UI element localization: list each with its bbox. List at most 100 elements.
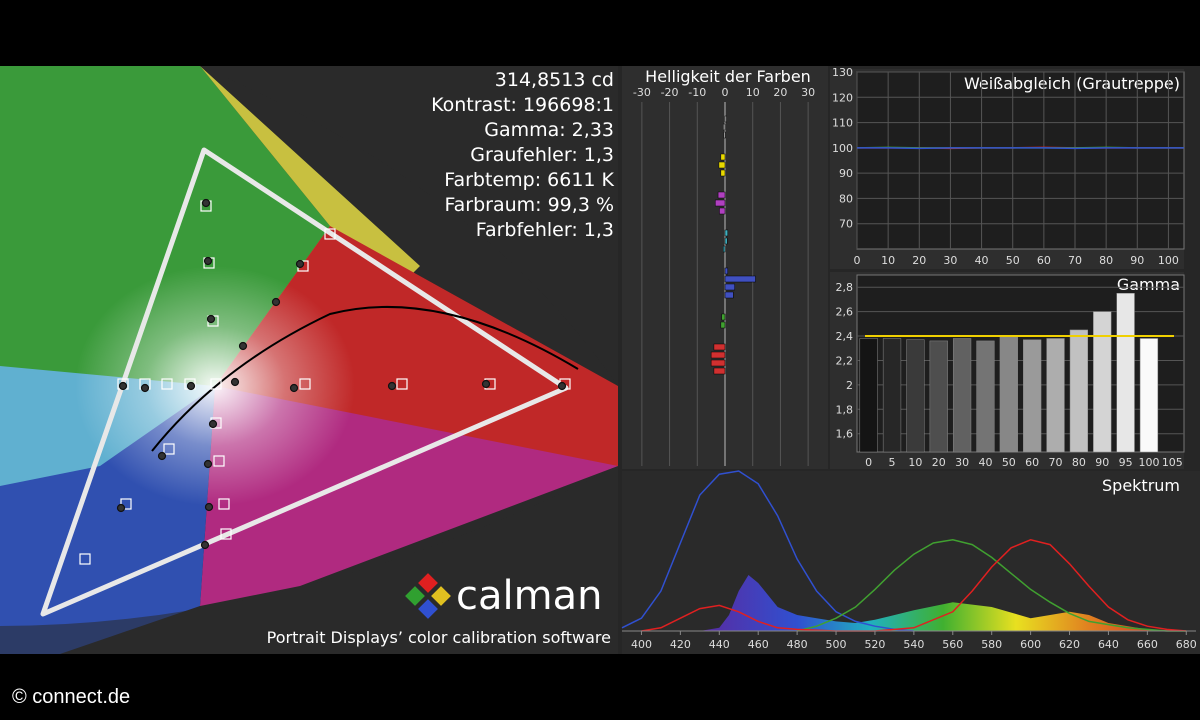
gamma-x-tick: 100 [1138,456,1159,469]
whitebalance-x-tick: 90 [1130,254,1144,267]
gamma-y-tick: 2,8 [836,281,854,294]
calman-logo: calman [405,573,602,619]
brightness-bar [713,367,726,375]
brightness-x-tick: 0 [722,86,729,99]
cie-measured-marker [157,451,167,461]
whitebalance-y-tick: 130 [832,66,853,79]
spectrum-x-tick: 500 [826,638,847,651]
cie-measured-marker [238,341,248,351]
spectrum-x-tick: 640 [1098,638,1119,651]
calman-wordmark: calman [456,573,602,619]
whitebalance-y-tick: 100 [832,142,853,155]
whitebalance-title: Weißabgleich (Grautreppe) [964,74,1180,93]
stat-color-temp: Farbtemp: 6611 K [444,169,614,191]
whitebalance-series-line [857,147,1184,150]
gamma-y-tick: 2,6 [836,306,854,319]
report-canvas: 314,8513 cd Kontrast: 196698:1 Gamma: 2,… [0,66,1200,654]
spectrum-x-tick: 400 [631,638,652,651]
gamma-x-tick: 80 [1072,456,1086,469]
brightness-bar [720,169,726,177]
cie-measured-marker [230,377,240,387]
spectrum-x-tick: 580 [981,638,1002,651]
brightness-bar [724,283,735,291]
brightness-x-tick: 10 [746,86,760,99]
brightness-bar [724,267,729,275]
gamma-x-tick: 50 [1002,456,1016,469]
gamma-x-tick: 20 [932,456,946,469]
whitebalance-x-tick: 0 [854,254,861,267]
stat-gamma: Gamma: 2,33 [484,119,614,141]
spectrum-x-tick: 420 [670,638,691,651]
whitebalance-x-tick: 80 [1099,254,1113,267]
calibration-panel: 314,8513 cd Kontrast: 196698:1 Gamma: 2,… [0,66,1200,654]
stat-luminance: 314,8513 cd [495,69,614,91]
gamma-bar [1093,311,1112,453]
cie-measured-marker [295,259,305,269]
brightness-bar [717,191,726,199]
gamma-bar [1139,338,1159,453]
gamma-x-tick: 40 [978,456,992,469]
whitebalance-y-tick: 80 [839,192,853,205]
whitebalance-x-tick: 100 [1158,254,1179,267]
gamma-chart: Gamma 1,6 1,8 2 2,2 2,4 2,6 2,8 0 5 10 20 30 40 50 60 7… [830,272,1185,469]
gamma-x-tick: 90 [1095,456,1109,469]
brightness-x-tick: -10 [688,86,706,99]
cie-measured-marker [203,459,213,469]
gamma-x-tick: 30 [955,456,969,469]
spectrum-x-tick: 520 [864,638,885,651]
gamma-y-tick: 2,4 [836,330,854,343]
gamma-y-tick: 2,2 [836,354,854,367]
whitebalance-x-tick: 30 [943,254,957,267]
cie-measured-marker [118,381,128,391]
brightness-bar [719,207,726,215]
gamma-bar [999,335,1018,453]
gamma-x-tick: 60 [1025,456,1039,469]
cie-measured-marker [204,502,214,512]
gamma-x-tick: 10 [908,456,922,469]
brightness-x-tick: -20 [661,86,679,99]
stat-gray-error: Graufehler: 1,3 [470,144,614,166]
gamma-bar [1023,339,1042,453]
whitebalance-y-tick: 70 [839,218,853,231]
brightness-bar [713,343,726,351]
gamma-y-tick: 2 [846,379,853,392]
calman-tagline: Portrait Displays’ color calibration sof… [267,628,611,647]
brightness-title: Helligkeit der Farben [645,67,811,86]
spectrum-x-tick: 480 [787,638,808,651]
stat-color-space: Farbraum: 99,3 % [444,194,614,216]
gamma-bar [929,340,948,453]
whitebalance-y-tick: 90 [839,167,853,180]
gamma-x-tick: 105 [1162,456,1183,469]
gamma-bar [1069,329,1089,453]
spectrum-title: Spektrum [1102,476,1180,495]
cie-measured-marker [116,503,126,513]
gamma-x-tick: 5 [889,456,896,469]
gamma-x-tick: 0 [865,456,872,469]
brightness-bar [724,275,756,283]
cie-measured-marker [201,198,211,208]
brightness-x-tick: -30 [633,86,651,99]
whitebalance-x-tick: 60 [1037,254,1051,267]
brightness-x-tick: 20 [773,86,787,99]
spectrum-x-tick: 600 [1020,638,1041,651]
spectrum-x-tick: 660 [1137,638,1158,651]
brightness-bar [710,351,726,359]
stat-color-error: Farbfehler: 1,3 [476,219,614,241]
brightness-bar [721,313,726,321]
spectrum-x-tick: 440 [709,638,730,651]
gamma-bar [952,338,972,453]
brightness-bar [710,359,726,367]
whitebalance-x-tick: 50 [1006,254,1020,267]
cie-measured-marker [206,314,216,324]
brightness-bar [723,123,726,131]
cie-measured-marker [186,381,196,391]
brightness-x-tick: 30 [801,86,815,99]
spectrum-x-tick: 680 [1176,638,1197,651]
brightness-bar [724,291,734,299]
brightness-bar [724,115,727,123]
gamma-plot [856,274,1185,453]
gamma-x-tick: 95 [1119,456,1133,469]
cie-measured-marker [271,297,281,307]
brightness-bar [720,153,726,161]
brightness-bar [724,237,728,245]
